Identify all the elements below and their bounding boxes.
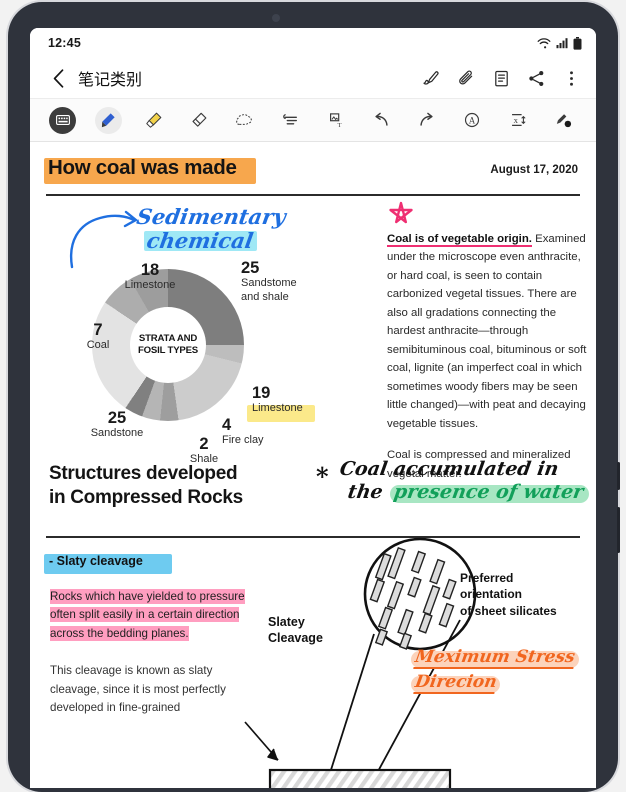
pink-highlighted-paragraph: Rocks which have yielded to pressure oft… — [50, 588, 258, 643]
side-button-power[interactable] — [617, 462, 620, 490]
chart-name: Sandstome and shale — [241, 277, 297, 304]
chart-label-limestone-19: 19 Limestone — [247, 384, 322, 422]
chart-value: 2 — [199, 435, 209, 453]
chart-label-sandstone-25: 25 Sandstone — [76, 409, 158, 441]
pink-line1: Rocks which have yielded to pressure — [50, 589, 245, 604]
svg-text:x: x — [513, 115, 518, 125]
text-recognition-tool[interactable]: A — [450, 99, 496, 141]
attach-icon[interactable] — [456, 68, 476, 88]
back-button[interactable] — [44, 64, 72, 92]
handwriting-coal-line1: Coal accumulated in — [338, 458, 561, 480]
convert-to-text-tool[interactable]: T — [313, 99, 359, 141]
chart-value: 4 — [222, 416, 232, 434]
pink-line2: often split easily in a certain directio… — [50, 607, 240, 623]
tablet-screen: 12:45 笔记类别 T A x How coal was made Augus… — [30, 28, 596, 788]
note-date: August 17, 2020 — [490, 164, 578, 176]
highlighter-tool[interactable] — [131, 99, 177, 141]
page-view-icon[interactable] — [491, 68, 511, 88]
side-button-volume[interactable] — [617, 507, 620, 553]
chart-name: Limestone — [252, 402, 303, 415]
note-title-text: How coal was made — [48, 156, 237, 179]
eraser-tool[interactable] — [177, 99, 223, 141]
heading-line1: Structures developed — [49, 463, 238, 484]
handwriting-sedimentary-line2: chemical — [145, 228, 255, 253]
pref-line1: Preferred — [460, 571, 514, 585]
chart-name: Sandstone — [90, 427, 144, 440]
svg-text:T: T — [337, 122, 342, 129]
diagram-preferred-orientation-label: Preferred orientation of sheet silicates — [460, 570, 557, 619]
chart-name: Fire clay — [222, 434, 264, 447]
pen-tool[interactable] — [86, 99, 132, 141]
divider-middle — [46, 536, 580, 538]
share-icon[interactable] — [526, 68, 546, 88]
keyboard-tool[interactable] — [40, 99, 86, 141]
body-paragraph-1-text: Examined under the microscope even anthr… — [387, 233, 587, 430]
slaty-cleavage-text: - Slaty cleavage — [49, 554, 143, 568]
handwriting-sedimentary: Sedimentary chemical — [135, 204, 288, 253]
svg-text:A: A — [469, 116, 476, 126]
signal-icon — [556, 37, 568, 49]
star-icon — [389, 201, 413, 224]
battery-icon — [573, 36, 582, 50]
text-settings-tool[interactable]: x — [495, 99, 541, 141]
donut-center-line1: STRATA AND — [138, 333, 198, 345]
note-title: How coal was made — [44, 156, 256, 184]
chart-label-sandstome-25: 25 Sandstome and shale — [241, 259, 317, 305]
page-title: 笔记类别 — [78, 72, 143, 89]
handwriting-coal-line2-plain: the — [346, 481, 385, 503]
donut-center-line2: FOSIL TYPES — [138, 345, 198, 356]
wifi-icon — [537, 37, 551, 49]
heading-line2: in Compressed Rocks — [49, 486, 243, 508]
pref-line2: orientation — [460, 587, 522, 602]
front-camera — [272, 14, 280, 22]
chart-value: 18 — [140, 261, 160, 279]
drawing-toolbar: T A x — [30, 98, 596, 142]
heading-structures: Structures developed in Compressed Rocks — [49, 462, 243, 510]
body-bold-lead: Coal is of vegetable origin. — [387, 233, 532, 247]
redo-tool[interactable] — [404, 99, 450, 141]
handwriting-asterisk: * — [316, 462, 329, 491]
pen-mode-icon[interactable] — [421, 68, 441, 88]
lasso-select-tool[interactable] — [222, 99, 268, 141]
note-canvas[interactable]: How coal was made August 17, 2020 Sedime… — [30, 142, 596, 788]
app-bar: 笔记类别 — [30, 58, 596, 98]
chart-value: 25 — [241, 259, 260, 277]
chart-value: 25 — [107, 409, 127, 427]
chart-value: 19 — [252, 384, 271, 402]
pen-settings-tool[interactable] — [541, 99, 587, 141]
chart-label-limestone-18: 18 Limestone — [114, 261, 186, 293]
pink-line3: across the bedding planes. — [50, 625, 189, 641]
auto-format-tool[interactable] — [268, 99, 314, 141]
chart-name: Coal — [86, 339, 110, 352]
slatey-line1: Slatey — [268, 615, 305, 629]
donut-center-label: STRATA AND FOSIL TYPES — [130, 307, 206, 383]
slaty-cleavage-label: - Slaty cleavage — [44, 554, 172, 574]
chart-value: 7 — [93, 321, 103, 339]
divider-top — [46, 194, 580, 196]
max-stress-line1: Meximum Stress — [413, 647, 577, 669]
handwriting-sedimentary-line1: Sedimentary — [135, 204, 288, 229]
slatey-line2: Cleavage — [268, 631, 323, 646]
pref-line3: of sheet silicates — [460, 603, 557, 618]
tablet-device-frame: 12:45 笔记类别 T A x How coal was made Augus… — [8, 2, 620, 792]
undo-tool[interactable] — [359, 99, 405, 141]
note-body-text: Coal is of vegetable origin. Examined un… — [387, 230, 592, 496]
app-bar-actions — [421, 68, 583, 88]
handwriting-coal-accumulated: * Coal accumulated in the presence of wa… — [316, 458, 589, 503]
chart-label-coal-7: 7 Coal — [74, 321, 122, 353]
handwriting-coal-line2-green: presence of water — [392, 481, 586, 503]
max-stress-line2: Direcion — [413, 672, 499, 694]
status-clock: 12:45 — [48, 36, 81, 50]
handwriting-maximum-stress: Meximum Stress Direcion — [411, 647, 596, 694]
more-options-icon[interactable] — [561, 68, 581, 88]
status-bar: 12:45 — [30, 28, 596, 58]
chart-name: Limestone — [124, 279, 176, 292]
last-paragraph: This cleavage is known as slaty cleavage… — [50, 664, 226, 715]
body-paragraph-1: Coal is of vegetable origin. Examined un… — [387, 230, 592, 433]
diagram-slatey-cleavage-label: Slatey Cleavage — [268, 614, 323, 647]
chart-label-fireclay-4: 4 Fire clay — [222, 416, 286, 448]
